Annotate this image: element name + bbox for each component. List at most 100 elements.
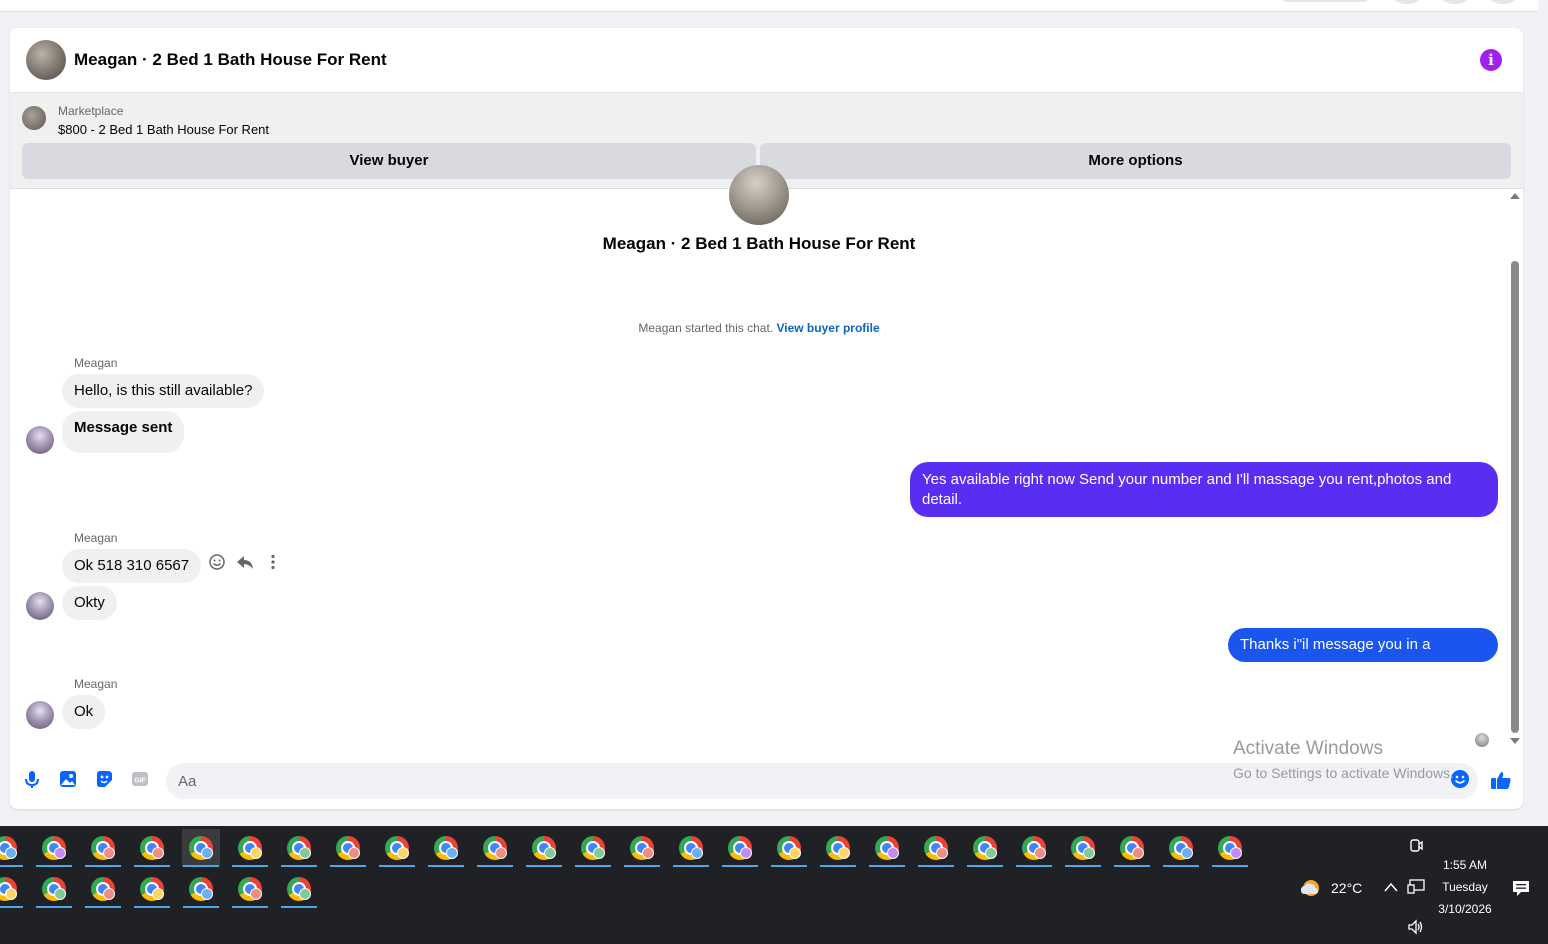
chrome-taskbar-button[interactable] xyxy=(819,829,857,867)
message-bubble-out[interactable]: Yes available right now Send your number… xyxy=(910,462,1498,517)
message-bubble-in[interactable]: Ok 518 310 6567 xyxy=(62,549,202,583)
scroll-down-arrow[interactable] xyxy=(1510,738,1520,744)
chat-started-notice: Meagan started this chat. View buyer pro… xyxy=(10,321,1508,335)
message-bubble-out[interactable]: Thanks i"il message you in a moment xyxy=(1228,628,1498,687)
chrome-taskbar-button[interactable] xyxy=(182,870,220,908)
sticker-icon[interactable] xyxy=(94,769,114,789)
message-list[interactable]: Meagan · 2 Bed 1 Bath House For Rent Mea… xyxy=(10,165,1523,749)
volume-icon[interactable] xyxy=(1407,919,1425,935)
chrome-taskbar-button[interactable] xyxy=(0,829,24,867)
emoji-icon[interactable] xyxy=(1450,769,1470,789)
view-buyer-profile-link[interactable]: View buyer profile xyxy=(776,321,879,335)
profile-badge-icon xyxy=(201,847,213,859)
chat-title[interactable]: Meagan · 2 Bed 1 Bath House For Rent xyxy=(74,50,387,70)
profile-badge-icon xyxy=(299,888,311,900)
chrome-taskbar-button[interactable] xyxy=(182,829,220,867)
running-indicator xyxy=(477,865,513,867)
message-input[interactable] xyxy=(166,763,1478,799)
chrome-taskbar-button[interactable] xyxy=(427,829,465,867)
chrome-taskbar-button[interactable] xyxy=(1015,829,1053,867)
chrome-taskbar-button[interactable] xyxy=(1162,829,1200,867)
chrome-taskbar-button[interactable] xyxy=(623,829,661,867)
chevron-up-icon[interactable] xyxy=(1384,881,1398,893)
scroll-up-arrow[interactable] xyxy=(1510,193,1520,199)
profile-badge-icon xyxy=(348,847,360,859)
nav-circle-button[interactable] xyxy=(1392,0,1422,4)
clock-time[interactable]: 1:55 AM xyxy=(1440,858,1490,872)
weather-icon[interactable] xyxy=(1298,876,1322,900)
sender-avatar[interactable] xyxy=(26,426,54,454)
microphone-icon[interactable] xyxy=(22,769,42,789)
profile-avatar[interactable] xyxy=(1488,0,1518,4)
marketplace-label: Marketplace xyxy=(58,104,124,118)
profile-badge-icon xyxy=(397,847,409,859)
scrollbar[interactable] xyxy=(1508,189,1523,749)
like-icon[interactable] xyxy=(1490,769,1512,791)
sender-avatar[interactable] xyxy=(26,592,54,620)
chrome-taskbar-button[interactable] xyxy=(672,829,710,867)
info-icon[interactable]: i xyxy=(1480,49,1502,71)
conversation-title: Meagan · 2 Bed 1 Bath House For Rent xyxy=(602,234,916,253)
network-icon[interactable] xyxy=(1407,879,1425,895)
chrome-taskbar-button[interactable] xyxy=(35,829,73,867)
chrome-taskbar-button[interactable] xyxy=(574,829,612,867)
meet-now-icon[interactable] xyxy=(1408,838,1424,854)
running-indicator xyxy=(1016,865,1052,867)
chrome-taskbar-button[interactable] xyxy=(476,829,514,867)
scroll-thumb[interactable] xyxy=(1511,261,1519,733)
message-bubble-in[interactable]: Okty xyxy=(62,586,117,620)
photo-icon[interactable] xyxy=(58,769,78,789)
running-indicator xyxy=(85,865,121,867)
nav-pill[interactable] xyxy=(1282,0,1368,2)
view-buyer-button[interactable]: View buyer xyxy=(22,143,756,179)
profile-badge-icon xyxy=(103,888,115,900)
clock-date[interactable]: 3/10/2026 xyxy=(1432,902,1498,916)
profile-badge-icon xyxy=(838,847,850,859)
react-emoji-icon[interactable] xyxy=(208,553,226,571)
chrome-taskbar-button[interactable] xyxy=(1211,829,1249,867)
chrome-taskbar-button[interactable] xyxy=(231,870,269,908)
gif-icon[interactable]: GIF xyxy=(130,769,150,789)
message-bubble-in[interactable]: Hello, is this still available? xyxy=(62,374,265,408)
chrome-taskbar-button[interactable] xyxy=(378,829,416,867)
running-indicator xyxy=(281,906,317,908)
chrome-taskbar-button[interactable] xyxy=(133,829,171,867)
chat-header: Meagan · 2 Bed 1 Bath House For Rent i xyxy=(10,28,1523,92)
chrome-taskbar-button[interactable] xyxy=(770,829,808,867)
chrome-taskbar-button[interactable] xyxy=(280,870,318,908)
notifications-icon[interactable] xyxy=(1512,879,1530,897)
profile-badge-icon xyxy=(152,888,164,900)
listing-price-title[interactable]: $800 - 2 Bed 1 Bath House For Rent xyxy=(58,122,269,137)
chrome-taskbar-button[interactable] xyxy=(966,829,1004,867)
chrome-taskbar-button[interactable] xyxy=(329,829,367,867)
chrome-taskbar-button[interactable] xyxy=(1064,829,1102,867)
reply-icon[interactable] xyxy=(236,553,254,571)
nav-circle-button[interactable] xyxy=(1440,0,1470,4)
chrome-taskbar-button[interactable] xyxy=(231,829,269,867)
listing-avatar[interactable] xyxy=(26,40,66,80)
running-indicator xyxy=(183,865,219,867)
running-indicator xyxy=(967,865,1003,867)
more-options-button[interactable]: More options xyxy=(760,143,1511,179)
chrome-taskbar-button[interactable] xyxy=(917,829,955,867)
message-bubble-in[interactable]: Ok xyxy=(62,695,106,729)
listing-thumbnail[interactable] xyxy=(22,106,46,130)
sender-avatar[interactable] xyxy=(26,701,54,729)
chrome-taskbar-button[interactable] xyxy=(84,870,122,908)
chrome-taskbar-button[interactable] xyxy=(133,870,171,908)
chrome-taskbar-button[interactable] xyxy=(1113,829,1151,867)
more-icon[interactable] xyxy=(264,553,282,571)
message-bubble-in[interactable]: Message sent xyxy=(62,411,185,453)
profile-badge-icon xyxy=(642,847,654,859)
chrome-taskbar-button[interactable] xyxy=(84,829,122,867)
chrome-taskbar-button[interactable] xyxy=(280,829,318,867)
running-indicator xyxy=(232,906,268,908)
weather-temperature[interactable]: 22°C xyxy=(1331,880,1362,896)
chrome-taskbar-button[interactable] xyxy=(0,870,24,908)
top-nav-strip xyxy=(0,0,1538,12)
chrome-taskbar-button[interactable] xyxy=(525,829,563,867)
chrome-taskbar-button[interactable] xyxy=(721,829,759,867)
chrome-taskbar-button[interactable] xyxy=(868,829,906,867)
chrome-taskbar-button[interactable] xyxy=(35,870,73,908)
clock-day[interactable]: Tuesday xyxy=(1436,880,1494,894)
